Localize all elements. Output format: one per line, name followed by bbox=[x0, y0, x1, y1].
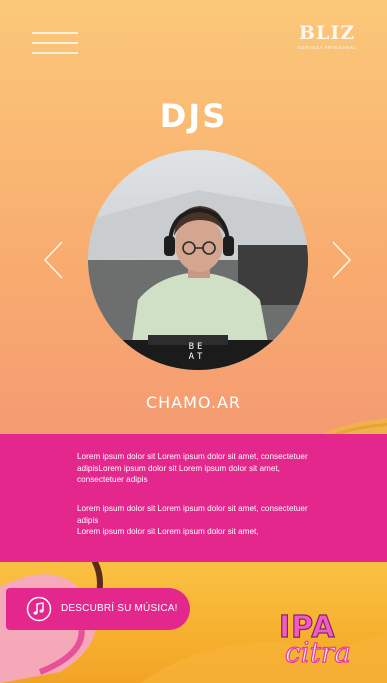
description-paragraph-1: Lorem ipsum dolor sit Lorem ipsum dolor … bbox=[77, 452, 308, 484]
discover-music-label: DESCUBRÍ SU MÚSICA! bbox=[61, 603, 178, 614]
ipa-citra-logo: IPA citra bbox=[275, 609, 370, 670]
brand-line-2: citra bbox=[284, 635, 351, 669]
next-arrow-icon[interactable] bbox=[329, 240, 353, 280]
logo-subtext: CERVEZA ARTESANAL bbox=[297, 45, 357, 50]
page-title: DJS bbox=[159, 97, 228, 135]
music-note-icon bbox=[26, 596, 52, 622]
brand-logo[interactable]: BLIZ CERVEZA ARTESANAL bbox=[297, 22, 357, 62]
logo-text: BLIZ bbox=[298, 22, 356, 44]
previous-arrow-icon[interactable] bbox=[42, 240, 66, 280]
dj-name: CHAMO.AR bbox=[145, 393, 242, 412]
menu-icon[interactable] bbox=[32, 32, 78, 54]
description-paragraph-2: Lorem ipsum dolor sit Lorem ipsum dolor … bbox=[77, 504, 308, 536]
shirt-print: BE AT bbox=[188, 342, 206, 362]
dj-screen: BLIZ CERVEZA ARTESANAL DJS BE AT CHAMO.A… bbox=[0, 0, 387, 683]
dj-photo bbox=[88, 150, 308, 370]
discover-music-button[interactable]: DESCUBRÍ SU MÚSICA! bbox=[6, 588, 190, 630]
